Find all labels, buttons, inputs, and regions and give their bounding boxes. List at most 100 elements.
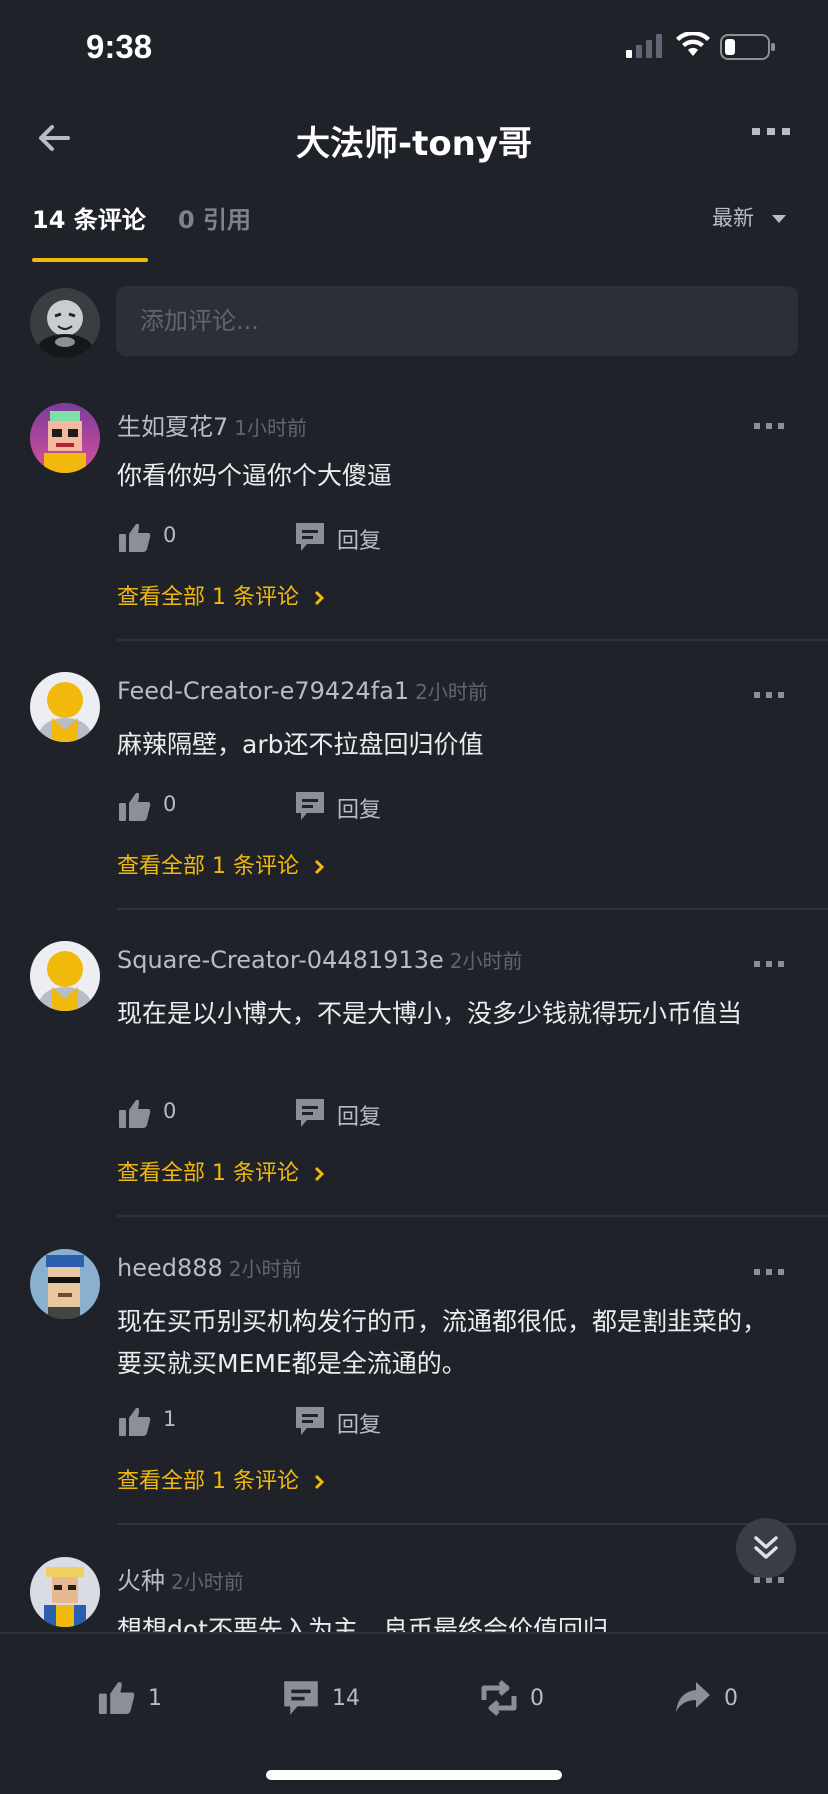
share-count: 0 bbox=[724, 1686, 738, 1711]
comment-time: 2小时前 bbox=[415, 680, 488, 704]
comment-time: 2小时前 bbox=[228, 1257, 302, 1281]
battery-icon bbox=[720, 34, 775, 60]
reply-icon bbox=[296, 1407, 324, 1435]
comment-meta: 生如夏花7 1小时前 bbox=[117, 407, 307, 442]
username[interactable]: 火种 bbox=[117, 1567, 165, 1595]
comment-text: 现在是以小博大，不是大博小，没多少钱就得玩小币值当 bbox=[117, 999, 743, 1028]
more-icon[interactable] bbox=[754, 421, 786, 431]
username[interactable]: heed888 bbox=[117, 1254, 223, 1282]
like-button[interactable]: 1 bbox=[117, 1401, 237, 1441]
status-bar: 9:38 bbox=[0, 0, 828, 96]
more-icon[interactable] bbox=[754, 690, 786, 700]
comment-item: 火种 2小时前 想想dot不要先入为主，良币最终会价值回归 bbox=[0, 1557, 828, 1632]
thumbs-up-icon bbox=[119, 523, 151, 552]
scroll-down-button[interactable] bbox=[736, 1518, 796, 1578]
comment-actions: 0 回复 bbox=[117, 1093, 517, 1133]
divider bbox=[117, 908, 828, 910]
like-button[interactable]: 0 bbox=[117, 517, 237, 557]
tab-comments[interactable]: 14 条评论 bbox=[32, 200, 146, 235]
avatar[interactable] bbox=[30, 941, 100, 1011]
thumbs-up-icon bbox=[119, 792, 151, 821]
reply-label: 回复 bbox=[337, 798, 382, 823]
comment-text: 麻辣隔壁，arb还不拉盘回归价值 bbox=[117, 730, 484, 759]
reply-icon bbox=[296, 792, 324, 820]
sort-dropdown[interactable]: 最新 bbox=[712, 202, 787, 232]
reply-icon bbox=[296, 523, 324, 551]
tab-active-indicator bbox=[32, 258, 148, 262]
chevron-right-icon bbox=[314, 859, 324, 875]
like-count: 0 bbox=[163, 523, 177, 547]
comment-meta: heed888 2小时前 bbox=[117, 1253, 302, 1282]
comment-actions: 1 回复 bbox=[117, 1401, 517, 1441]
divider bbox=[117, 1523, 828, 1525]
avatar[interactable] bbox=[30, 672, 100, 742]
caret-down-icon bbox=[771, 215, 786, 223]
reply-button[interactable]: 回复 bbox=[295, 517, 415, 557]
chevron-right-icon bbox=[314, 1474, 324, 1490]
comment-input[interactable] bbox=[116, 286, 798, 356]
view-all-replies-link[interactable]: 查看全部 1 条评论 bbox=[117, 579, 324, 611]
avatar[interactable] bbox=[30, 288, 100, 358]
like-count: 0 bbox=[163, 792, 177, 816]
like-button[interactable]: 0 bbox=[117, 1093, 237, 1133]
thumbs-up-icon bbox=[98, 1682, 135, 1714]
view-all-replies-link[interactable]: 查看全部 1 条评论 bbox=[117, 848, 324, 880]
comment-text: 想想dot不要先入为主，良币最终会价值回归 bbox=[117, 1615, 608, 1632]
thumbs-up-icon bbox=[119, 1099, 151, 1128]
reply-button[interactable]: 回复 bbox=[295, 1401, 415, 1441]
tab-quotes[interactable]: 0 引用 bbox=[178, 200, 251, 235]
status-time: 9:38 bbox=[86, 28, 153, 65]
comment-text: 你看你妈个逼你个大傻逼 bbox=[117, 461, 393, 490]
username[interactable]: Square-Creator-04481913e bbox=[117, 946, 444, 974]
view-all-label: 查看全部 1 条评论 bbox=[117, 1469, 299, 1494]
comment-actions: 0 回复 bbox=[117, 786, 517, 826]
view-all-label: 查看全部 1 条评论 bbox=[117, 585, 299, 610]
more-icon[interactable] bbox=[754, 959, 786, 969]
chevron-right-icon bbox=[314, 590, 324, 606]
view-all-replies-link[interactable]: 查看全部 1 条评论 bbox=[117, 1463, 324, 1495]
double-chevron-down-icon bbox=[754, 1536, 778, 1559]
page-title: 大法师-tony哥 bbox=[295, 124, 533, 164]
comment-time: 2小时前 bbox=[449, 949, 523, 973]
reply-label: 回复 bbox=[337, 1105, 382, 1130]
navbar: 大法师-tony哥 bbox=[0, 100, 828, 176]
comment-time: 2小时前 bbox=[171, 1570, 244, 1594]
chevron-right-icon bbox=[314, 1166, 324, 1182]
comment-meta: 火种 2小时前 bbox=[117, 1561, 244, 1596]
repost-count: 0 bbox=[530, 1686, 544, 1711]
comment-meta: Feed-Creator-e79424fa1 2小时前 bbox=[117, 676, 488, 705]
reply-icon bbox=[296, 1099, 324, 1127]
avatar[interactable] bbox=[30, 403, 100, 473]
comment-tabs: 14 条评论 0 引用 最新 bbox=[0, 196, 828, 264]
view-all-replies-link[interactable]: 查看全部 1 条评论 bbox=[117, 1155, 324, 1187]
comment-actions: 0 回复 bbox=[117, 517, 517, 557]
thumbs-up-icon bbox=[119, 1407, 151, 1436]
wifi-icon bbox=[676, 32, 710, 56]
comment-count: 14 bbox=[332, 1686, 360, 1711]
username[interactable]: Feed-Creator-e79424fa1 bbox=[117, 677, 409, 705]
reply-label: 回复 bbox=[337, 1413, 382, 1438]
username[interactable]: 生如夏花7 bbox=[117, 413, 228, 441]
divider bbox=[117, 639, 828, 641]
more-icon[interactable] bbox=[754, 1267, 786, 1277]
like-button[interactable]: 0 bbox=[117, 786, 237, 826]
more-icon[interactable] bbox=[752, 126, 792, 138]
repost-icon bbox=[481, 1680, 517, 1716]
comment-icon bbox=[284, 1681, 318, 1715]
like-count: 1 bbox=[163, 1407, 177, 1431]
reply-button[interactable]: 回复 bbox=[295, 786, 415, 826]
avatar[interactable] bbox=[30, 1557, 100, 1627]
add-comment-row bbox=[0, 286, 828, 358]
view-all-label: 查看全部 1 条评论 bbox=[117, 854, 299, 879]
like-count: 0 bbox=[163, 1099, 177, 1123]
share-icon bbox=[676, 1682, 710, 1712]
comment-meta: Square-Creator-04481913e 2小时前 bbox=[117, 945, 522, 974]
comment-text: 现在买币别买机构发行的币，流通都很低，都是割韭菜的，要买就买MEME都是全流通的… bbox=[117, 1307, 768, 1378]
reply-button[interactable]: 回复 bbox=[295, 1093, 415, 1133]
home-indicator bbox=[266, 1770, 562, 1780]
comment-time: 1小时前 bbox=[234, 416, 308, 440]
divider bbox=[117, 1215, 828, 1217]
avatar[interactable] bbox=[30, 1249, 100, 1319]
view-all-label: 查看全部 1 条评论 bbox=[117, 1161, 299, 1186]
signal-icon bbox=[626, 34, 662, 58]
